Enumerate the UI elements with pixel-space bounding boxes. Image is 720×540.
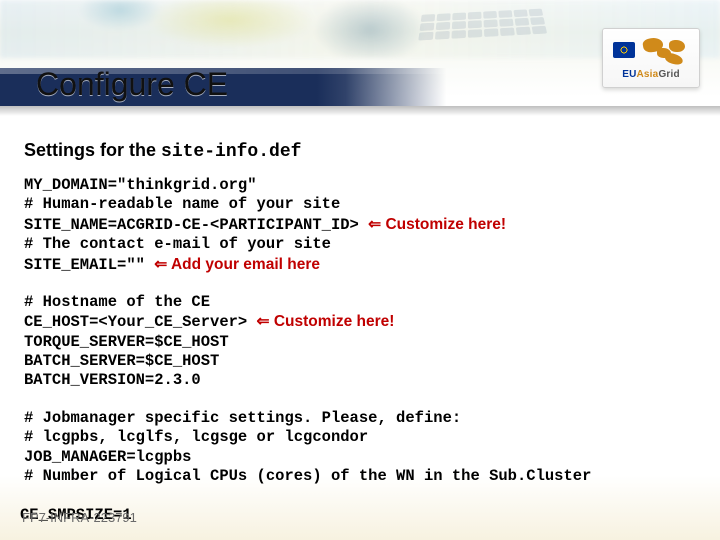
code-block-2: # Hostname of the CE CE_HOST=<Your_CE_Se… bbox=[24, 293, 696, 391]
code-line: # The contact e-mail of your site bbox=[24, 235, 331, 253]
code-block-3: # Jobmanager specific settings. Please, … bbox=[24, 409, 696, 487]
code-line: # Hostname of the CE bbox=[24, 293, 210, 311]
code-line: SITE_EMAIL="" bbox=[24, 256, 154, 274]
annotation-email: Add your email here bbox=[167, 256, 320, 273]
content-area: Settings for the site-info.def MY_DOMAIN… bbox=[24, 140, 696, 492]
code-line: BATCH_SERVER=$CE_HOST bbox=[24, 352, 219, 370]
euasiagrid-logo: EUAsiaGrid bbox=[602, 28, 700, 88]
subhead-filename: site-info.def bbox=[161, 142, 301, 162]
code-line: TORQUE_SERVER=$CE_HOST bbox=[24, 333, 229, 351]
code-block-1: MY_DOMAIN="thinkgrid.org" # Human-readab… bbox=[24, 176, 696, 275]
code-line: MY_DOMAIN="thinkgrid.org" bbox=[24, 176, 257, 194]
left-arrow-icon: ⇐ bbox=[257, 313, 270, 330]
code-line: # lcgpbs, lcglfs, lcgsge or lcgcondor bbox=[24, 428, 368, 446]
asia-map-icon bbox=[639, 36, 691, 66]
slide: Configure CE EUAsiaGrid Settings for the… bbox=[0, 0, 720, 540]
left-arrow-icon: ⇐ bbox=[368, 216, 381, 233]
logo-text: EUAsiaGrid bbox=[622, 69, 680, 80]
code-line: CE_HOST=<Your_CE_Server> bbox=[24, 313, 257, 331]
code-line: # Jobmanager specific settings. Please, … bbox=[24, 409, 461, 427]
subhead-prefix: Settings for the bbox=[24, 140, 161, 160]
annotation-customize: Customize here! bbox=[270, 313, 395, 330]
left-arrow-icon: ⇐ bbox=[154, 256, 167, 273]
slide-title: Configure CE bbox=[36, 66, 228, 103]
subheading: Settings for the site-info.def bbox=[24, 140, 696, 162]
code-line: JOB_MANAGER=lcgpbs bbox=[24, 448, 191, 466]
footer-label: FP7-INFRA-223791 bbox=[22, 510, 137, 525]
code-line: SITE_NAME=ACGRID-CE-<PARTICIPANT_ID> bbox=[24, 216, 368, 234]
footer: CE_SMPSIZE=1 FP7-INFRA-223791 bbox=[20, 506, 320, 530]
eu-flag-icon bbox=[613, 42, 635, 58]
annotation-customize: Customize here! bbox=[381, 216, 506, 233]
code-line: # Human-readable name of your site bbox=[24, 195, 340, 213]
code-line: BATCH_VERSION=2.3.0 bbox=[24, 371, 201, 389]
code-line: # Number of Logical CPUs (cores) of the … bbox=[24, 467, 591, 485]
